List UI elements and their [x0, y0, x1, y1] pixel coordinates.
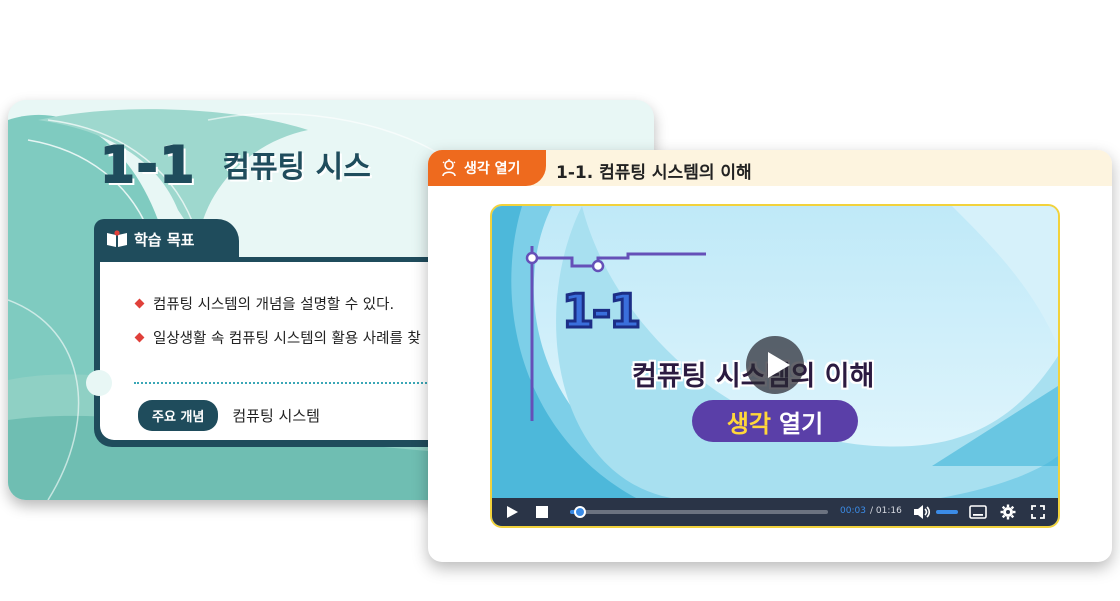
lesson-number: 1-1 — [99, 136, 197, 194]
video-card: 생각 열기 1-1. 컴퓨팅 시스템의 이해 1-1 컴퓨팅 시스템의 이해 — [428, 150, 1112, 562]
goals-tab: 학습 목표 — [94, 219, 239, 259]
fullscreen-button[interactable] — [1026, 498, 1050, 526]
goals-list: 컴퓨팅 시스템의 개념을 설명할 수 있다. 일상생활 속 컴퓨팅 시스템의 활… — [134, 286, 421, 354]
lesson-heading: 1-1 컴퓨팅 시스 — [99, 136, 371, 194]
goal-item: 일상생활 속 컴퓨팅 시스템의 활용 사례를 찾 — [134, 320, 421, 354]
play-button[interactable] — [500, 498, 524, 526]
volume-button[interactable] — [910, 498, 934, 526]
stop-button[interactable] — [530, 498, 554, 526]
slide-number: 1-1 — [560, 284, 642, 338]
volume-slider[interactable] — [936, 510, 958, 514]
diamond-bullet-icon — [134, 332, 145, 342]
video-player[interactable]: 1-1 컴퓨팅 시스템의 이해 생각 열기 00:0 — [490, 204, 1060, 528]
goals-label: 학습 목표 — [134, 230, 195, 249]
key-concept-value: 컴퓨팅 시스템 — [232, 407, 320, 425]
progress-handle[interactable] — [574, 506, 587, 518]
subtitles-icon — [969, 505, 987, 519]
key-concept-label: 주요 개념 — [138, 400, 219, 431]
play-icon — [768, 352, 790, 378]
lesson-title: 컴퓨팅 시스 — [222, 150, 371, 185]
think-open-label: 생각 열기 — [464, 161, 521, 177]
volume-icon — [914, 505, 931, 519]
diamond-bullet-icon — [134, 298, 145, 308]
panel-notch — [86, 370, 112, 396]
total-time: / 01:16 — [870, 506, 902, 516]
subtitles-button[interactable] — [966, 498, 990, 526]
think-open-tab: 생각 열기 — [428, 150, 546, 186]
progress-bar[interactable] — [570, 506, 828, 518]
lightbulb-person-icon — [442, 159, 456, 177]
goal-item: 컴퓨팅 시스템의 개념을 설명할 수 있다. — [134, 286, 421, 320]
slide-pill: 생각 열기 — [692, 400, 858, 442]
video-controls: 00:03 / 01:16 — [492, 498, 1058, 526]
book-icon — [107, 230, 127, 247]
stop-icon — [536, 506, 548, 518]
goal-text: 일상생활 속 컴퓨팅 시스템의 활용 사례를 찾 — [153, 330, 421, 347]
play-icon — [507, 506, 518, 518]
big-play-button[interactable] — [746, 336, 804, 394]
key-concept-row: 주요 개념 컴퓨팅 시스템 — [138, 400, 320, 431]
video-card-title: 1-1. 컴퓨팅 시스템의 이해 — [556, 163, 752, 183]
current-time: 00:03 — [840, 506, 866, 516]
goal-text: 컴퓨팅 시스템의 개념을 설명할 수 있다. — [153, 296, 395, 313]
settings-button[interactable] — [996, 498, 1020, 526]
slide-pill-b: 열기 — [779, 409, 824, 438]
gear-icon — [1000, 504, 1016, 520]
fullscreen-icon — [1031, 505, 1045, 519]
slide-pill-a: 생각 — [726, 409, 771, 438]
